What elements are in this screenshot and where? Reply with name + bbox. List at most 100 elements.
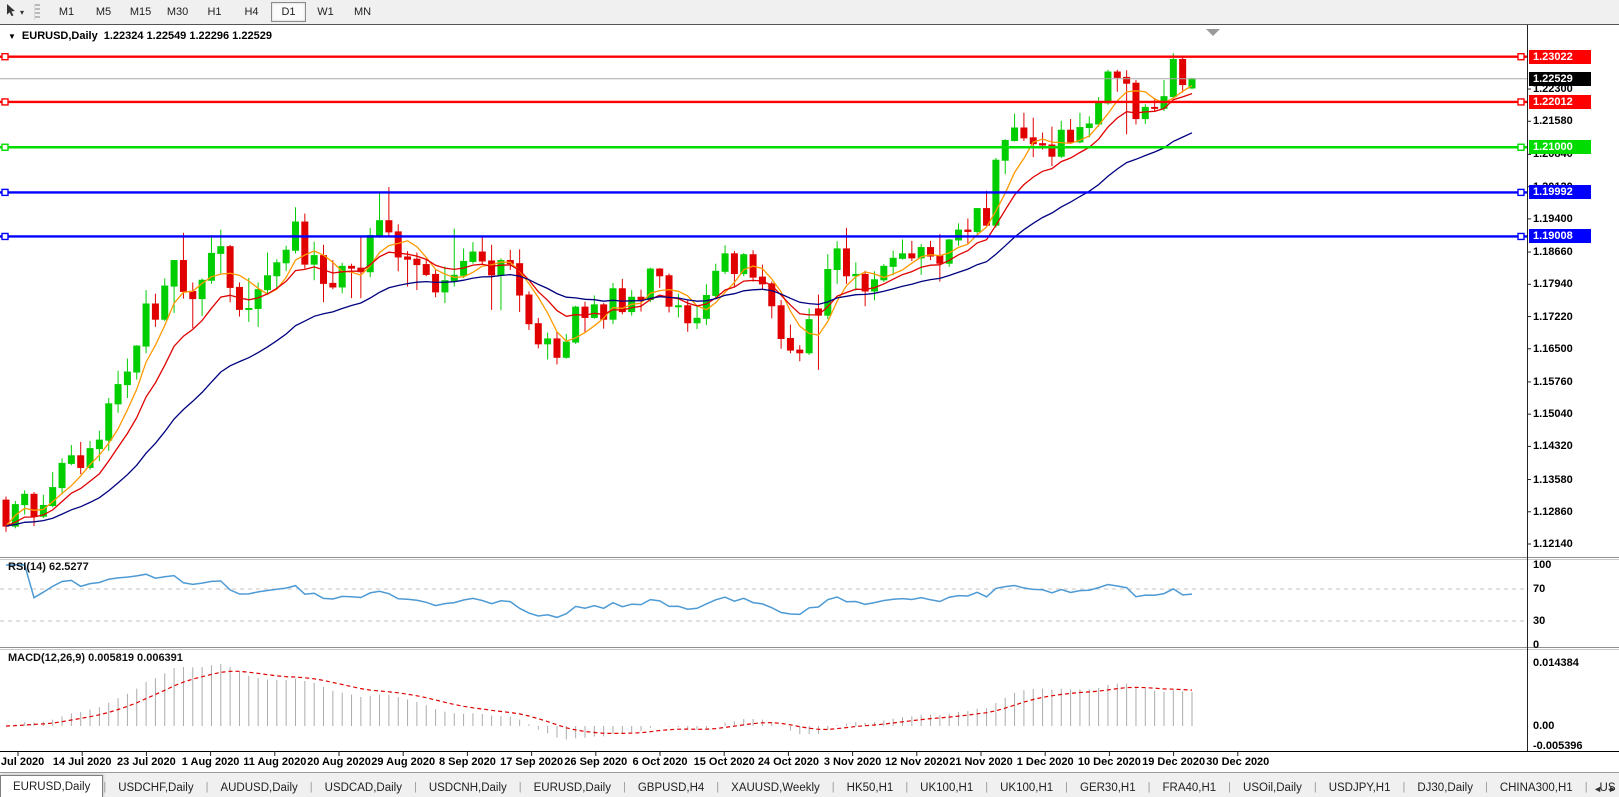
price-axis-label: 1.12140 [1533,538,1573,550]
line-handle[interactable] [1518,54,1524,60]
chart-tab-usdjpy-h1[interactable]: USDJPY,H1 [1317,778,1403,797]
chart-ohlc-values: 1.22324 1.22549 1.22296 1.22529 [104,30,272,42]
level-price-tag[interactable]: 1.22012 [1529,95,1591,109]
candle-body [1124,77,1130,83]
candle-body [68,456,74,464]
date-axis-label: 23 Jul 2020 [117,756,176,768]
tab-scroll-left-icon[interactable]: ◄ [1593,784,1602,794]
chart-tab-usdcad-daily[interactable]: USDCAD,Daily [313,778,414,797]
line-handle[interactable] [1518,189,1524,195]
chart-tab-usdchf-daily[interactable]: USDCHF,Daily [106,778,205,797]
line-handle[interactable] [2,54,8,60]
candle-body [377,221,383,236]
line-handle[interactable] [1518,233,1524,239]
chart-tab-gbpusd-h4[interactable]: GBPUSD,H4 [626,778,716,797]
current-price-tag: 1.22529 [1529,72,1591,86]
level-price-tag[interactable]: 1.19008 [1529,229,1591,243]
collapse-icon[interactable]: ▼ [8,32,16,41]
candle-body [1152,107,1158,108]
tab-scroll-right-icon[interactable]: ► [1608,784,1617,794]
candle-body [414,259,420,264]
price-axis-label: 1.14320 [1533,440,1573,452]
date-axis-label: 12 Nov 2020 [885,756,949,768]
toolbar-grip[interactable] [34,4,40,20]
mt4-window: ▾ M1M5M15M30H1H4D1W1MN ▼ EURUSD,Daily 1.… [0,0,1619,797]
line-handle[interactable] [2,144,8,150]
date-axis-label: 10 Dec 2020 [1078,756,1141,768]
candle-body [433,274,439,291]
line-handle[interactable] [1518,99,1524,105]
candle-body [797,350,803,353]
candle-body [227,247,233,288]
chart-tab-audusd-daily[interactable]: AUDUSD,Daily [208,778,309,797]
ma-line-fast [6,86,1192,526]
candle-body [956,230,962,240]
rsi-axis-label: 70 [1533,583,1545,595]
candle-body [143,304,149,346]
tool-dropdown-caret-icon[interactable]: ▾ [20,8,24,17]
level-price-tag[interactable]: 1.19992 [1529,185,1591,199]
timeframe-button-m15[interactable]: M15 [123,2,158,22]
candle-body [274,263,280,276]
price-axis-label: 1.15040 [1533,408,1573,420]
candle-body [479,252,485,261]
chart-tab-fra40-h1[interactable]: FRA40,H1 [1150,778,1228,797]
date-axis-label: 19 Dec 2020 [1142,756,1205,768]
candle-body [218,247,224,254]
candle-body [489,261,495,275]
timeframe-button-w1[interactable]: W1 [308,2,343,22]
candle-body [22,494,28,504]
chart-shift-marker-icon[interactable] [1206,29,1220,36]
candle-body [1021,128,1027,138]
price-axis-label: 1.17940 [1533,278,1573,290]
timeframe-button-d1[interactable]: D1 [271,2,306,22]
candle-body [871,280,877,291]
price-axis-label: 1.13580 [1533,474,1573,486]
line-handle[interactable] [2,233,8,239]
level-price-tag[interactable]: 1.23022 [1529,50,1591,64]
candle-body [1068,130,1074,142]
chart-tab-uk100-h1[interactable]: UK100,H1 [908,778,985,797]
chart-tab-ger30-h1[interactable]: GER30,H1 [1068,778,1148,797]
chart-tab-hk50-h1[interactable]: HK50,H1 [835,778,906,797]
line-handle[interactable] [2,99,8,105]
candle-body [1180,59,1186,84]
level-price-tag[interactable]: 1.21000 [1529,140,1591,154]
candle-body [78,456,84,468]
date-axis-label: 20 Aug 2020 [307,756,371,768]
timeframe-button-h4[interactable]: H4 [234,2,269,22]
candle-body [834,249,840,270]
date-axis-label: 29 Aug 2020 [371,756,435,768]
chart-tab-usdcnh-daily[interactable]: USDCNH,Daily [417,778,519,797]
macd-axis-label: 0.014384 [1533,657,1579,669]
date-axis-label: 15 Oct 2020 [694,756,755,768]
chart-tab-usoil-daily[interactable]: USOil,Daily [1231,778,1314,797]
candle-body [115,385,121,404]
date-axis-label: 3 Nov 2020 [824,756,881,768]
timeframe-toolbar: ▾ M1M5M15M30H1H4D1W1MN [0,0,1619,25]
chart-tab-dj30-daily[interactable]: DJ30,Daily [1405,778,1485,797]
date-axis-label: 30 Dec 2020 [1206,756,1269,768]
candle-body [601,305,607,319]
chart-area[interactable]: ▼ EURUSD,Daily 1.22324 1.22549 1.22296 1… [0,24,1619,753]
date-axis-label: 1 Aug 2020 [182,756,240,768]
candle-body [694,318,700,322]
candle-body [909,254,915,258]
chart-tab-uk100-h1[interactable]: UK100,H1 [988,778,1065,797]
timeframe-button-m5[interactable]: M5 [86,2,121,22]
timeframe-button-h1[interactable]: H1 [197,2,232,22]
chart-tab-eurusd-daily[interactable]: EURUSD,Daily [0,775,103,797]
line-handle[interactable] [2,189,8,195]
cursor-tool-icon[interactable] [4,3,18,22]
chart-tab-xauusd-weekly[interactable]: XAUUSD,Weekly [719,778,832,797]
candle-body [1105,72,1111,103]
timeframe-button-mn[interactable]: MN [345,2,380,22]
line-handle[interactable] [1518,144,1524,150]
price-chart-canvas[interactable] [0,25,1619,773]
chart-tab-eurusd-daily[interactable]: EURUSD,Daily [522,778,623,797]
timeframe-button-m1[interactable]: M1 [49,2,84,22]
chart-tab-china300-h1[interactable]: CHINA300,H1 [1488,778,1585,797]
candle-body [900,254,906,258]
candle-body [591,305,597,318]
timeframe-button-m30[interactable]: M30 [160,2,195,22]
